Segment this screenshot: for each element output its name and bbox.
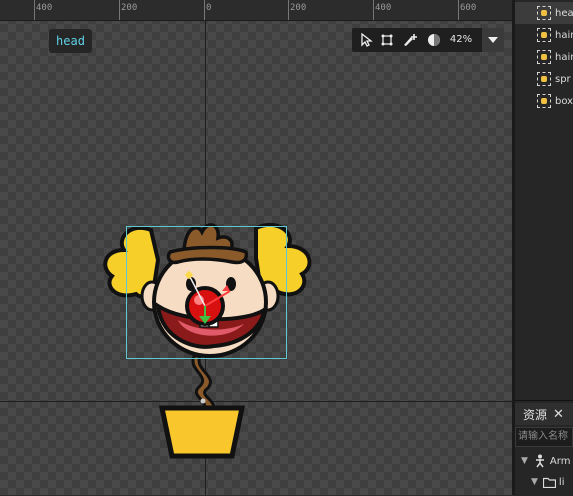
resource-item[interactable]: ▼ li — [515, 472, 573, 492]
ruler-label: 400 — [36, 3, 53, 13]
bone-node-icon — [537, 28, 551, 42]
resource-item-label: Arm — [549, 455, 571, 467]
clown-neck-spring — [191, 354, 216, 414]
ruler-label: 200 — [121, 3, 138, 13]
tree-node[interactable]: box — [515, 90, 573, 112]
resources-title: 资源 — [523, 407, 548, 422]
horizontal-ruler[interactable]: 400 200 0 200 400 600 — [0, 0, 512, 21]
tree-node[interactable]: head — [515, 2, 573, 24]
zoom-dropdown-button[interactable] — [482, 28, 504, 52]
resource-item[interactable]: ▼ Arm — [515, 451, 573, 471]
tree-node-label: hair — [555, 51, 573, 63]
tree-node[interactable]: hair — [515, 46, 573, 68]
ruler-label: 400 — [375, 3, 392, 13]
tree-node[interactable]: hair — [515, 24, 573, 46]
ruler-tick — [119, 0, 120, 20]
ruler-tick — [288, 0, 289, 20]
bone-node-icon — [537, 72, 551, 86]
bone-node-icon — [537, 6, 551, 20]
resource-search-input[interactable]: 请输入名称 — [515, 427, 573, 447]
tree-node-label: head — [555, 7, 573, 19]
resource-item-label: li — [558, 476, 565, 488]
selection-bounding-box[interactable] — [126, 226, 287, 359]
ruler-label: 0 — [206, 3, 212, 13]
chevron-down-icon — [488, 36, 498, 43]
canvas-stage[interactable]: 400 200 0 200 400 600 head 42% — [0, 0, 512, 495]
armature-icon — [535, 454, 544, 468]
clown-box — [158, 405, 246, 459]
expand-caret-icon[interactable]: ▼ — [521, 456, 528, 466]
resources-panel: 资源 ✕ 请输入名称 ▼ Arm ▼ li — [515, 400, 573, 496]
folder-icon — [542, 477, 556, 488]
ruler-tick — [373, 0, 374, 20]
bone-node-icon — [537, 50, 551, 64]
expand-caret-icon[interactable]: ▼ — [531, 477, 538, 487]
zoom-level: 42% — [449, 34, 473, 45]
close-icon[interactable]: ✕ — [553, 407, 564, 422]
tree-node-label: hair — [555, 29, 573, 41]
select-arrow-icon[interactable] — [356, 28, 376, 52]
ruler-tick — [34, 0, 35, 20]
bone-node-icon — [537, 94, 551, 108]
selected-bone-label: head — [49, 29, 92, 53]
transform-icon[interactable] — [377, 28, 397, 52]
onion-skin-icon[interactable] — [424, 28, 444, 52]
tree-node-label: spr — [555, 73, 571, 85]
resources-tab[interactable]: 资源 ✕ — [515, 403, 573, 425]
tree-node[interactable]: spr — [515, 68, 573, 90]
tree-node-label: box — [555, 95, 573, 107]
ruler-label: 600 — [460, 3, 477, 13]
ruler-tick — [204, 0, 205, 20]
ruler-tick — [458, 0, 459, 20]
add-bone-icon[interactable] — [400, 28, 420, 52]
ruler-label: 200 — [290, 3, 307, 13]
